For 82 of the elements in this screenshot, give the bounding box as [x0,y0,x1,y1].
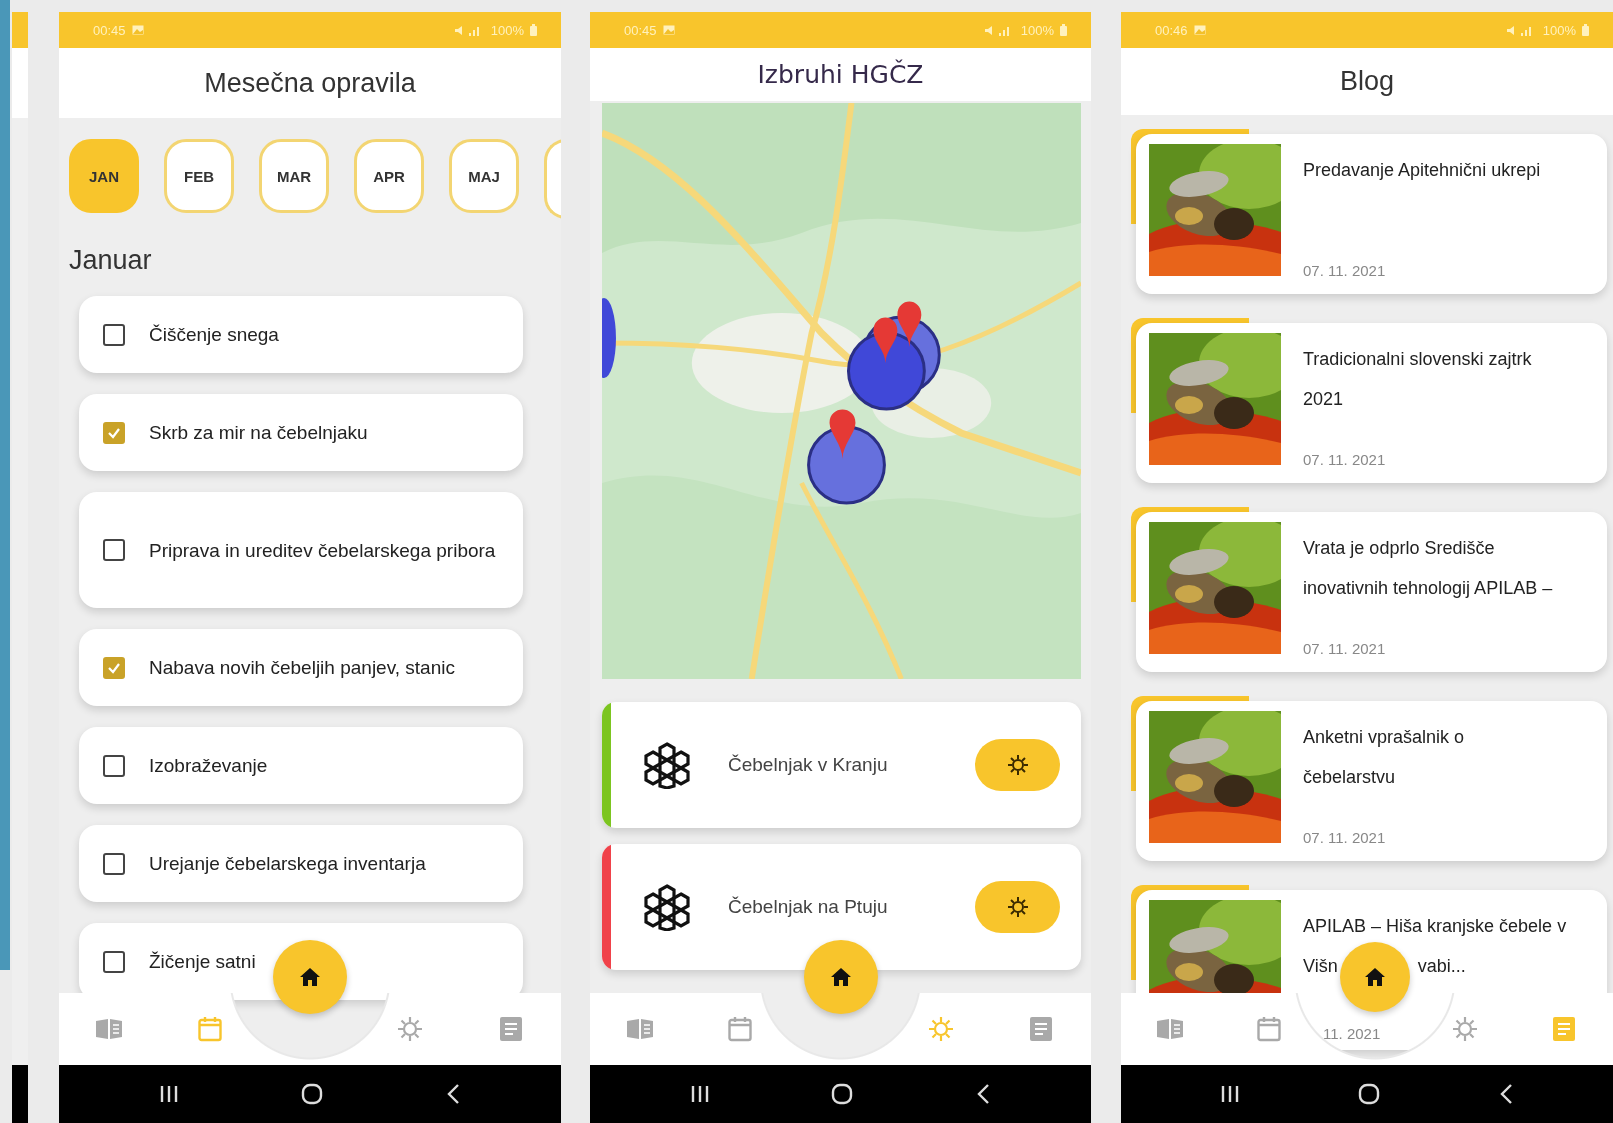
article-icon [499,1017,522,1041]
outbreak-button[interactable] [975,881,1060,933]
post-card[interactable]: APILAB – Hiša kranjske čebele v Višn vabi... 11. 2021 [1136,890,1607,1050]
screen-title: Izbruhi HGČZ [757,60,924,89]
post-card[interactable]: Anketni vprašalnik o čebelarstvu 07. 11. 2021 [1136,701,1607,861]
recent-apps-icon[interactable] [160,1084,179,1104]
checkbox[interactable] [103,852,125,875]
recent-apps-icon[interactable] [1220,1084,1239,1104]
task-label: Nabava novih čebeljih panjev, stanic [149,656,455,680]
recent-apps-icon[interactable] [691,1084,710,1104]
month-tab[interactable]: MAR [259,139,329,213]
post-title: Predavanje Apitehnični ukrepi [1303,159,1542,182]
task-label: Izobraževanje [149,754,268,778]
task-label: Skrb za mir na čebelnjaku [149,421,368,445]
status-time: 00:46 [1155,22,1188,38]
apiary-name: Čebelnjak v Kranju [728,754,889,776]
calendar-icon [1256,1016,1281,1042]
screen-title: Blog [1339,66,1394,97]
task-label: Priprava in ureditev čebelarskega pribora [149,538,496,563]
task-label: Žičenje satni [149,950,256,974]
post-title: Vrata je odprlo Središče inovativnih tehnologij APILAB – [1303,537,1554,600]
post-date: 07. 11. 2021 [1303,262,1386,279]
book-icon [1156,1018,1185,1040]
battery-icon [1582,24,1589,36]
post-title: Višn [1303,955,1338,978]
status-time: 00:45 [624,22,657,38]
post-card[interactable]: Tradicionalni slovenski zajtrk 2021 07. 11. 2021 [1136,323,1607,483]
checkbox[interactable] [103,950,125,973]
month-tab[interactable]: APR [354,139,424,213]
task-label: Urejanje čebelarskega inventarja [149,852,426,876]
calendar-icon [728,1016,753,1042]
battery-icon [530,24,537,36]
apiary-name: Čebelnjak na Ptuju [728,896,889,918]
battery-level: 100% [490,22,524,38]
image-icon [1193,25,1206,35]
honeycomb-icon [642,741,692,789]
home-key-icon[interactable] [301,1083,323,1105]
post-date: 07. 11. 2021 [1303,829,1386,846]
post-date: 07. 11. 2021 [1303,451,1386,468]
checkbox[interactable] [103,754,125,777]
apiary-card[interactable]: Čebelnjak na Ptuju [602,844,1081,970]
post-date: 11. 2021 [1323,1025,1381,1042]
article-icon [1552,1017,1575,1041]
home-icon [300,968,320,986]
post-card[interactable]: Predavanje Apitehnični ukrepi 07. 11. 2021 [1136,134,1607,294]
outbreak-button[interactable] [975,739,1060,791]
post-title: vabi... [1417,955,1466,978]
image-icon [131,25,144,35]
post-title: Tradicionalni slovenski zajtrk 2021 [1303,348,1533,411]
month-heading: Januar [68,244,153,276]
home-button[interactable] [803,940,878,1014]
back-icon[interactable] [975,1083,990,1105]
honeycomb-icon [642,883,692,931]
task-label: Čiščenje snega [149,323,279,347]
screen-title: Mesečna opravila [204,67,416,99]
checkbox[interactable] [103,323,125,346]
checkbox[interactable] [103,421,125,444]
post-date: 07. 11. 2021 [1303,640,1386,657]
book-icon [626,1018,655,1040]
image-icon [662,25,675,35]
post-card[interactable]: Vrata je odprlo Središče inovativnih tehnologij APILAB – 07. 11. 2021 [1136,512,1607,672]
battery-level: 100% [1020,22,1054,38]
home-icon [1365,968,1385,986]
status-time: 00:45 [93,22,126,38]
month-tab[interactable]: FEB [164,139,234,213]
home-icon [830,968,851,986]
apiary-card[interactable]: Čebelnjak v Kranju [602,702,1081,828]
home-key-icon[interactable] [831,1083,854,1105]
month-tab[interactable]: MAJ [449,139,519,213]
post-title: APILAB – Hiša kranjske čebele v [1303,915,1567,938]
back-icon[interactable] [1499,1083,1514,1105]
battery-icon [1060,24,1067,36]
calendar-icon [197,1016,222,1042]
article-icon [1029,1017,1052,1041]
home-key-icon[interactable] [1358,1083,1380,1105]
post-title: Anketni vprašalnik o čebelarstvu [1303,726,1466,789]
book-icon [95,1018,124,1040]
checkbox[interactable] [103,539,125,561]
back-icon[interactable] [445,1083,460,1105]
month-tab[interactable]: JAN [69,139,139,213]
battery-level: 100% [1542,22,1576,38]
checkbox[interactable] [103,656,125,679]
